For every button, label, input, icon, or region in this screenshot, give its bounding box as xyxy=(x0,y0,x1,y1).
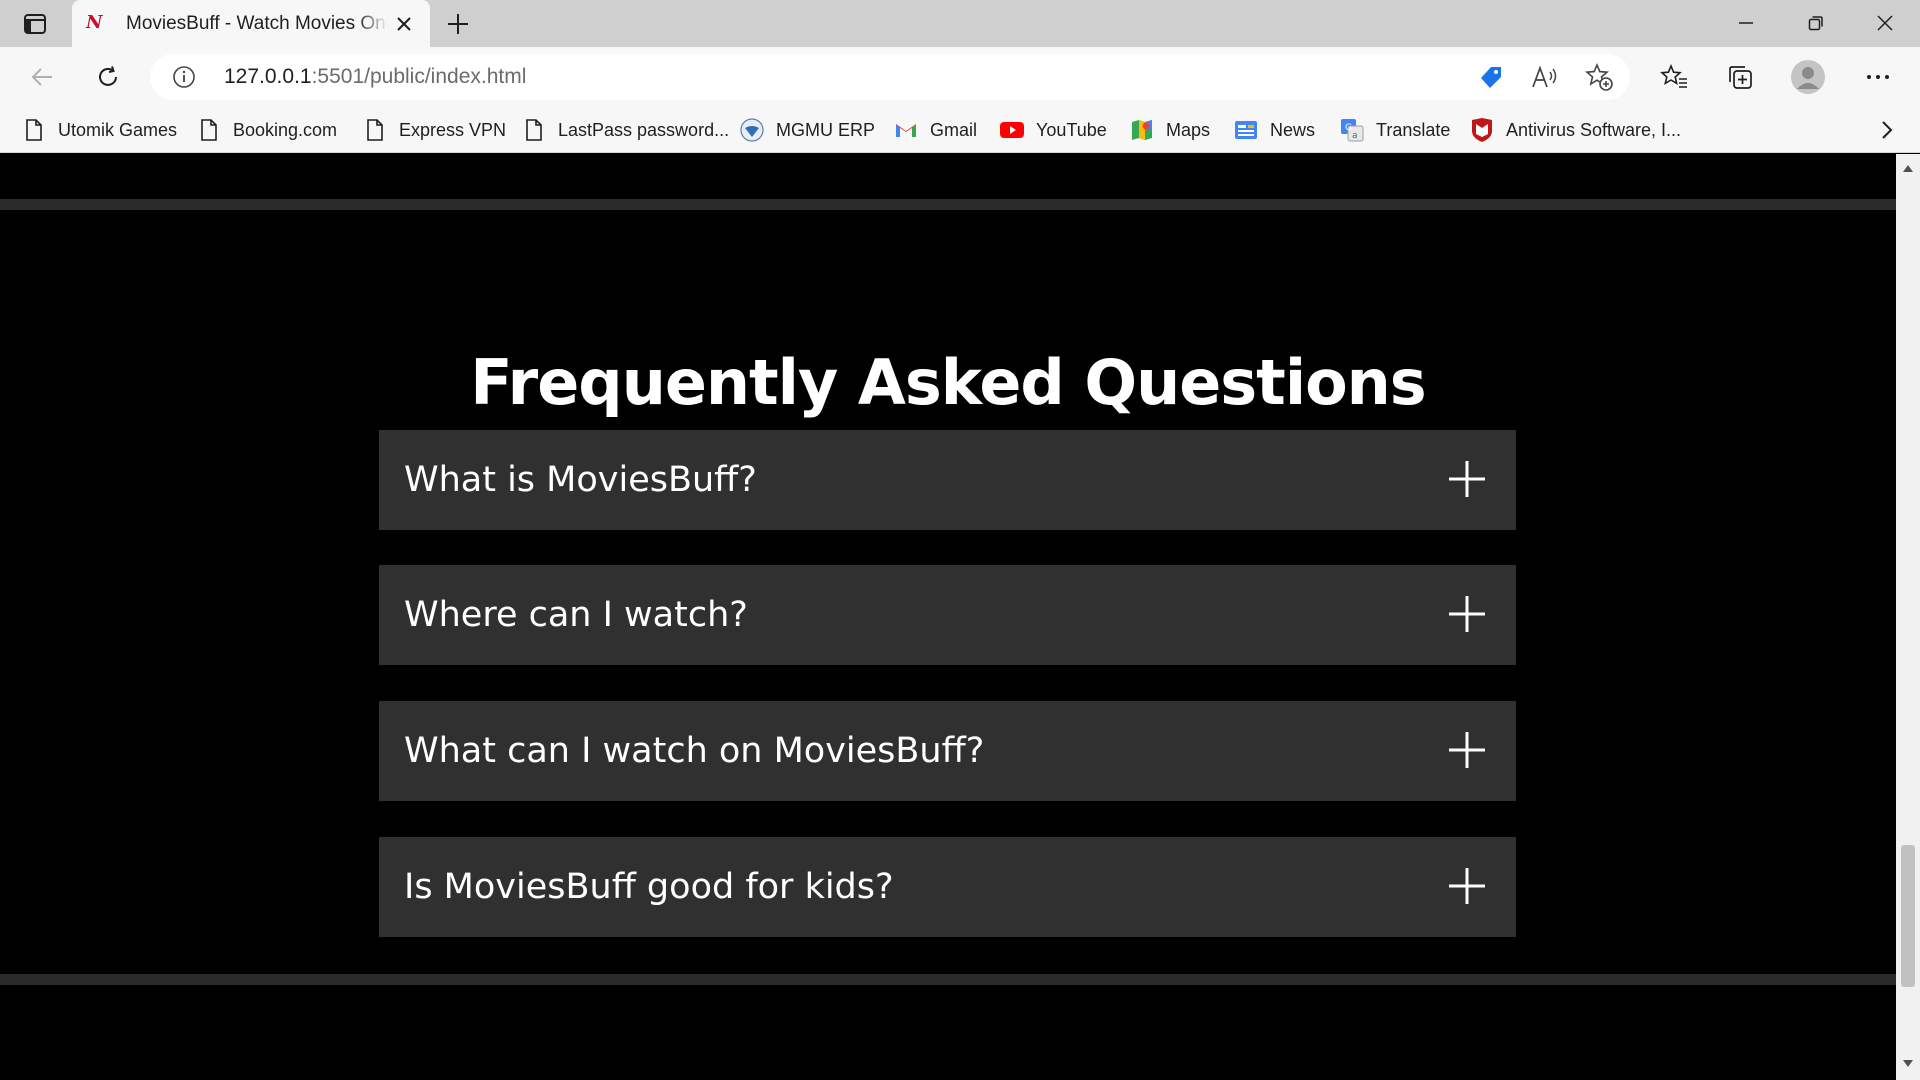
add-favorite-button[interactable] xyxy=(1584,63,1614,91)
scrollbar-thumb[interactable] xyxy=(1901,845,1915,987)
shopping-tag-button[interactable] xyxy=(1476,63,1506,91)
faq-question: What is MoviesBuff? xyxy=(404,460,757,500)
url-host: 127.0.0.1 xyxy=(224,65,312,88)
faq-heading: Frequently Asked Questions xyxy=(470,345,1426,419)
bookmark-news[interactable]: News xyxy=(1234,115,1315,145)
url-path: :5501/public/index.html xyxy=(311,65,527,88)
faq-item-where-can-i-watch[interactable]: Where can I watch? xyxy=(379,565,1516,665)
svg-text:G: G xyxy=(1345,123,1352,133)
close-icon xyxy=(397,17,411,31)
bookmarks-bar: Utomik Games Booking.com Express VPN Las… xyxy=(0,107,1920,153)
faq-question: Is MoviesBuff good for kids? xyxy=(404,867,894,907)
tab-close-button[interactable] xyxy=(392,12,416,36)
globe-badge-icon xyxy=(740,118,764,142)
refresh-icon xyxy=(99,66,117,86)
refresh-button[interactable] xyxy=(86,55,130,99)
plus-icon[interactable] xyxy=(1448,867,1486,905)
bookmark-label: Antivirus Software, I... xyxy=(1506,119,1682,140)
plus-icon[interactable] xyxy=(1448,595,1486,633)
svg-text:a: a xyxy=(1352,131,1358,141)
bookmark-maps[interactable]: Maps xyxy=(1130,115,1210,145)
page-icon xyxy=(363,118,387,142)
minimize-icon xyxy=(1739,22,1753,24)
page-icon xyxy=(197,118,221,142)
collections-icon xyxy=(1729,66,1752,89)
bookmark-label: Express VPN xyxy=(399,119,507,140)
scroll-up-button[interactable] xyxy=(1900,160,1916,176)
close-window-icon xyxy=(1877,15,1893,31)
bookmark-label: MGMU ERP xyxy=(776,119,875,140)
minimize-button[interactable] xyxy=(1712,0,1780,46)
faq-item-what-is-moviesbuff[interactable]: What is MoviesBuff? xyxy=(379,430,1516,530)
vertical-scrollbar[interactable] xyxy=(1896,154,1920,1080)
site-info-icon[interactable] xyxy=(172,65,196,89)
youtube-icon xyxy=(1000,118,1024,142)
bookmark-label: LastPass password... xyxy=(558,119,730,140)
page-viewport: Frequently Asked Questions What is Movie… xyxy=(0,154,1896,1080)
mcafee-icon xyxy=(1470,118,1494,142)
new-tab-button[interactable] xyxy=(440,6,476,42)
avatar xyxy=(1791,60,1825,94)
tab-title: MoviesBuff - Watch Movies Online xyxy=(126,13,388,34)
bookmark-label: Gmail xyxy=(930,119,978,140)
faq-question: Where can I watch? xyxy=(404,595,748,635)
gmail-icon xyxy=(894,118,918,142)
bookmark-label: Utomik Games xyxy=(58,119,178,140)
triangle-down-icon xyxy=(1903,1060,1913,1067)
bookmark-label: Booking.com xyxy=(233,119,338,140)
faq-item-what-can-i-watch[interactable]: What can I watch on MoviesBuff? xyxy=(379,701,1516,801)
bookmark-express-vpn[interactable]: Express VPN xyxy=(363,115,506,145)
bookmark-label: YouTube xyxy=(1036,119,1107,140)
tab-strip: N MoviesBuff - Watch Movies Online xyxy=(0,0,1920,48)
bookmark-gmail[interactable]: Gmail xyxy=(894,115,977,145)
bookmark-booking[interactable]: Booking.com xyxy=(197,115,337,145)
navigation-toolbar: 127.0.0.1:5501/public/index.html xyxy=(0,47,1920,107)
faq-question: What can I watch on MoviesBuff? xyxy=(404,731,985,771)
profile-button[interactable] xyxy=(1786,55,1830,99)
star-plus-icon xyxy=(1585,63,1613,91)
bookmark-lastpass[interactable]: LastPass password... xyxy=(522,115,729,145)
section-divider xyxy=(0,974,1896,985)
page-icon xyxy=(522,118,546,142)
plus-icon[interactable] xyxy=(1448,731,1486,769)
restore-icon xyxy=(1808,16,1823,31)
scroll-down-button[interactable] xyxy=(1900,1056,1916,1072)
bookmark-antivirus[interactable]: Antivirus Software, I... xyxy=(1470,115,1681,145)
collections-button[interactable] xyxy=(1718,55,1762,99)
bookmark-label: News xyxy=(1270,119,1316,140)
page-icon xyxy=(22,118,46,142)
faq-item-good-for-kids[interactable]: Is MoviesBuff good for kids? xyxy=(379,837,1516,937)
bookmark-translate[interactable]: G a Translate xyxy=(1340,115,1450,145)
triangle-up-icon xyxy=(1903,165,1913,172)
close-window-button[interactable] xyxy=(1851,0,1919,46)
news-icon xyxy=(1234,118,1258,142)
read-aloud-icon xyxy=(1532,65,1557,88)
translate-icon: G a xyxy=(1340,118,1364,142)
tab-actions-button[interactable] xyxy=(14,8,56,40)
back-button[interactable] xyxy=(20,55,64,99)
more-options-icon xyxy=(1867,75,1889,79)
section-divider xyxy=(0,199,1896,210)
bookmark-label: Translate xyxy=(1376,119,1451,140)
favorites-icon xyxy=(1660,64,1687,88)
settings-menu-button[interactable] xyxy=(1856,55,1900,99)
price-tag-icon xyxy=(1481,67,1501,88)
restore-button[interactable] xyxy=(1782,0,1850,46)
plus-icon xyxy=(448,14,468,34)
read-aloud-button[interactable] xyxy=(1530,63,1560,91)
bookmark-label: Maps xyxy=(1166,119,1211,140)
back-arrow-icon xyxy=(31,68,52,86)
moviesbuff-favicon-icon: N xyxy=(86,12,103,33)
url-text[interactable]: 127.0.0.1:5501/public/index.html xyxy=(224,65,526,89)
plus-icon[interactable] xyxy=(1448,460,1486,498)
tab-actions-icon xyxy=(24,14,46,34)
maps-icon xyxy=(1130,118,1154,142)
chevron-right-icon[interactable] xyxy=(1876,119,1898,141)
bookmark-youtube[interactable]: YouTube xyxy=(1000,115,1107,145)
bookmark-utomik-games[interactable]: Utomik Games xyxy=(22,115,177,145)
favorites-button[interactable] xyxy=(1652,55,1696,99)
address-bar[interactable]: 127.0.0.1:5501/public/index.html xyxy=(150,54,1630,100)
bookmark-mgmu-erp[interactable]: MGMU ERP xyxy=(740,115,875,145)
active-tab[interactable]: N MoviesBuff - Watch Movies Online xyxy=(72,0,430,48)
